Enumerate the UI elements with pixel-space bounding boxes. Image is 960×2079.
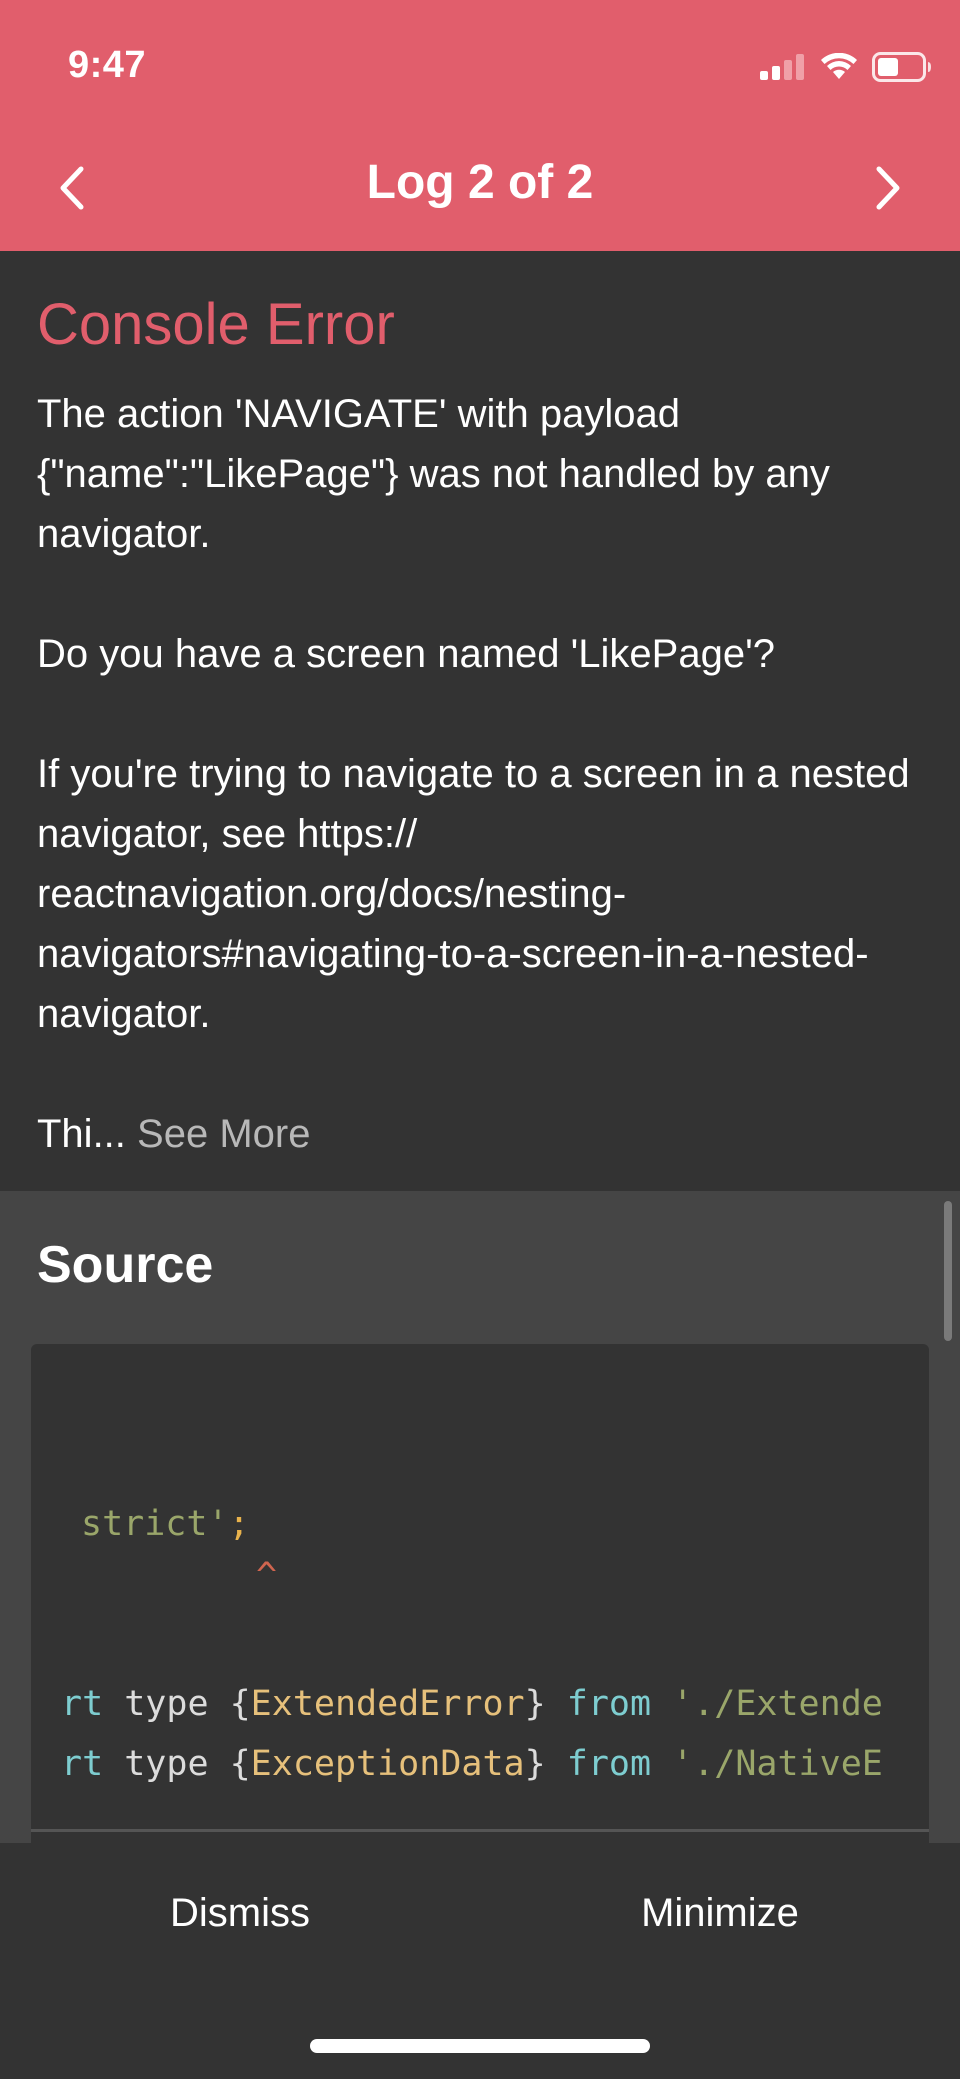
logbox-screen: 9:47 Log 2 of 2 Console Error The action… [0, 0, 960, 2079]
code-frame[interactable]: strict'; ^ rt type {ExtendedError} from … [31, 1344, 929, 1843]
source-section[interactable]: Source strict'; ^ rt type {ExtendedError… [0, 1191, 960, 1843]
status-icons [760, 52, 932, 87]
log-counter-title: Log 2 of 2 [366, 156, 594, 209]
footer-actions: Dismiss Minimize [0, 1843, 960, 2079]
code-token: './NativeE [672, 1744, 883, 1784]
code-token: from [545, 1744, 673, 1784]
log-header: 9:47 Log 2 of 2 [0, 0, 960, 251]
code-token: type [103, 1744, 230, 1784]
code-token: } [524, 1684, 546, 1724]
error-message-section: Console Error The action 'NAVIGATE' with… [0, 251, 960, 1191]
scrollbar[interactable] [944, 1201, 952, 1341]
code-line: rt type {ExceptionData} from './NativeE [61, 1744, 911, 1784]
message-paragraph: Do you have a screen named 'LikePage'? [37, 632, 775, 676]
code-line: strict'; [81, 1504, 250, 1544]
message-truncated-line: Thi... See More [37, 1104, 917, 1164]
chevron-right-icon [873, 165, 903, 216]
truncated-text: Thi... [37, 1112, 126, 1156]
dismiss-button[interactable]: Dismiss [0, 1891, 480, 1936]
message-paragraph: If you're trying to navigate to a screen… [37, 752, 910, 1036]
code-token: './Extende [672, 1684, 883, 1724]
error-heading: Console Error [37, 292, 395, 357]
code-token: type [103, 1684, 230, 1724]
next-log-button[interactable] [858, 160, 918, 220]
see-more-link[interactable]: See More [137, 1112, 310, 1156]
code-token: strict' [81, 1504, 229, 1544]
message-paragraph: The action 'NAVIGATE' with payload {"nam… [37, 392, 830, 556]
error-message: The action 'NAVIGATE' with payload {"nam… [37, 384, 917, 1164]
source-heading: Source [37, 1236, 214, 1294]
code-token: ; [228, 1504, 250, 1544]
wifi-icon [820, 52, 858, 86]
code-token: } [524, 1744, 546, 1784]
code-divider [31, 1829, 929, 1832]
code-token: { [229, 1684, 251, 1724]
code-token: ExtendedError [250, 1684, 525, 1724]
status-time: 9:47 [68, 44, 147, 86]
code-token: { [229, 1744, 251, 1784]
error-caret: ^ [256, 1556, 278, 1596]
minimize-button[interactable]: Minimize [480, 1891, 960, 1936]
code-token: ExceptionData [250, 1744, 525, 1784]
code-line: rt type {ExtendedError} from './Extende [61, 1684, 911, 1724]
code-token: rt [61, 1744, 104, 1784]
code-token: from [545, 1684, 673, 1724]
cellular-signal-icon [760, 54, 806, 85]
home-indicator[interactable] [310, 2039, 650, 2053]
battery-icon [872, 52, 932, 87]
code-token: rt [61, 1684, 104, 1724]
